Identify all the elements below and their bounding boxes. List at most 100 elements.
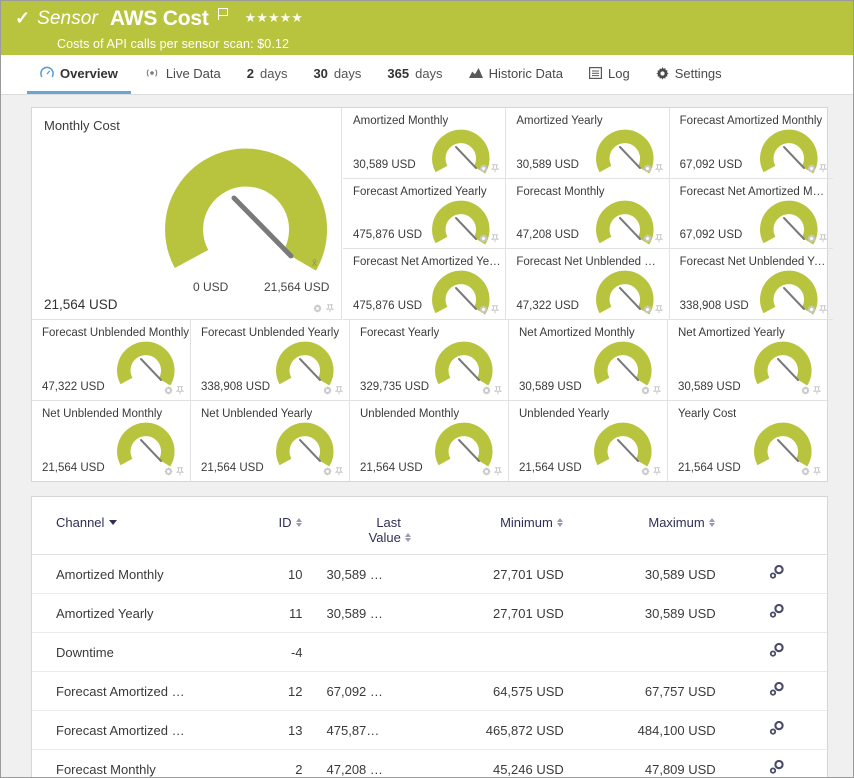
tab-settings[interactable]: Settings	[643, 55, 735, 94]
table-row[interactable]: Forecast Amortized …13475,87…465,872 USD…	[32, 711, 827, 750]
tab-overview[interactable]: Overview	[27, 55, 131, 94]
pin-icon[interactable]	[335, 467, 343, 476]
pin-icon[interactable]	[819, 164, 827, 173]
pin-icon[interactable]	[655, 305, 663, 314]
pin-icon[interactable]	[655, 234, 663, 243]
cell-actions[interactable]	[726, 672, 827, 711]
column-header-maximum[interactable]: Maximum	[574, 497, 726, 555]
gear-icon[interactable]	[641, 386, 650, 395]
tab-2-days[interactable]: 2 days	[234, 55, 301, 94]
column-header-channel[interactable]: Channel	[32, 497, 250, 555]
table-row[interactable]: Amortized Yearly1130,589 …27,701 USD30,5…	[32, 594, 827, 633]
gears-icon[interactable]	[768, 763, 785, 778]
pin-icon[interactable]	[491, 234, 499, 243]
mini-gauge-card[interactable]: Net Amortized Monthly30,589 USD	[509, 320, 668, 401]
pin-icon[interactable]	[326, 304, 334, 313]
pin-icon[interactable]	[655, 164, 663, 173]
cell-actions[interactable]	[726, 711, 827, 750]
tab-30-days[interactable]: 30 days	[300, 55, 374, 94]
gear-icon[interactable]	[807, 305, 816, 314]
mini-gauge-value: 21,564 USD	[519, 462, 582, 474]
pin-icon[interactable]	[494, 386, 502, 395]
gear-icon[interactable]	[801, 467, 810, 476]
gear-icon[interactable]	[643, 234, 652, 243]
gear-icon[interactable]	[482, 386, 491, 395]
mini-gauge-card[interactable]: Forecast Amortized Yearly475,876 USD	[343, 179, 506, 250]
tab-historic-data[interactable]: Historic Data	[456, 55, 576, 94]
column-header-minimum[interactable]: Minimum	[422, 497, 574, 555]
cell-actions[interactable]	[726, 594, 827, 633]
mini-gauge-actions	[801, 386, 821, 395]
gear-icon[interactable]	[313, 304, 322, 313]
gear-icon[interactable]	[479, 305, 488, 314]
pin-icon[interactable]	[335, 386, 343, 395]
mini-gauge-card[interactable]: Forecast Net Amortized Mont...67,092 USD	[670, 179, 833, 250]
mini-gauge-card[interactable]: Unblended Yearly21,564 USD	[509, 401, 668, 482]
gear-icon[interactable]	[482, 467, 491, 476]
mini-gauge-card[interactable]: Forecast Yearly329,735 USD	[350, 320, 509, 401]
mini-gauge-card[interactable]: Amortized Monthly30,589 USD	[343, 108, 506, 179]
table-row[interactable]: Forecast Monthly247,208 …45,246 USD47,80…	[32, 750, 827, 778]
gears-icon[interactable]	[768, 568, 785, 583]
mini-gauge-card[interactable]: Forecast Net Unblended Yearly338,908 USD	[670, 249, 833, 320]
pin-icon[interactable]	[813, 467, 821, 476]
mini-gauge-card[interactable]: Net Unblended Yearly21,564 USD	[191, 401, 350, 482]
gear-icon[interactable]	[801, 386, 810, 395]
pin-icon[interactable]	[819, 305, 827, 314]
tab-365-days[interactable]: 365 days	[374, 55, 455, 94]
mini-gauge-card[interactable]: Forecast Net Unblended Mon...47,322 USD	[506, 249, 669, 320]
mini-gauge-card[interactable]: Net Amortized Yearly30,589 USD	[668, 320, 827, 401]
cell-actions[interactable]	[726, 555, 827, 594]
mini-gauge-card[interactable]: Yearly Cost21,564 USD	[668, 401, 827, 482]
gear-icon[interactable]	[323, 386, 332, 395]
cell-actions[interactable]	[726, 633, 827, 672]
pin-icon[interactable]	[491, 305, 499, 314]
mini-gauge-card[interactable]: Amortized Yearly30,589 USD	[506, 108, 669, 179]
gear-icon[interactable]	[807, 164, 816, 173]
pin-icon[interactable]	[176, 386, 184, 395]
priority-stars[interactable]: ★★★★★	[245, 7, 303, 29]
pin-icon[interactable]	[494, 467, 502, 476]
gears-icon[interactable]	[768, 685, 785, 700]
mini-gauge-card[interactable]: Forecast Unblended Yearly338,908 USD	[191, 320, 350, 401]
sensor-type-label: Sensor	[37, 7, 98, 30]
mini-gauge-value: 47,208 USD	[516, 229, 579, 241]
page-title[interactable]: AWS Cost	[110, 7, 209, 30]
gear-icon[interactable]	[643, 164, 652, 173]
table-row[interactable]: Amortized Monthly1030,589 …27,701 USD30,…	[32, 555, 827, 594]
column-header-id[interactable]: ID	[250, 497, 313, 555]
gear-icon[interactable]	[807, 234, 816, 243]
table-row[interactable]: Forecast Amortized …1267,092 …64,575 USD…	[32, 672, 827, 711]
gear-icon[interactable]	[479, 164, 488, 173]
gear-icon[interactable]	[164, 386, 173, 395]
pin-icon[interactable]	[176, 467, 184, 476]
gear-icon[interactable]	[479, 234, 488, 243]
mini-gauge-card[interactable]: Net Unblended Monthly21,564 USD	[32, 401, 191, 482]
mini-gauge-card[interactable]: Forecast Amortized Monthly67,092 USD	[670, 108, 833, 179]
column-header-last-value[interactable]: LastValue	[313, 497, 422, 555]
cell-minimum: 45,246 USD	[422, 750, 574, 778]
table-row[interactable]: Downtime-4	[32, 633, 827, 672]
gear-icon[interactable]	[643, 305, 652, 314]
pin-icon[interactable]	[491, 164, 499, 173]
gears-icon[interactable]	[768, 607, 785, 622]
pin-icon[interactable]	[813, 386, 821, 395]
pin-icon[interactable]	[819, 234, 827, 243]
mini-gauge-card[interactable]: Forecast Monthly47,208 USD	[506, 179, 669, 250]
tab-log[interactable]: Log	[576, 55, 643, 94]
pin-icon[interactable]	[653, 386, 661, 395]
pin-icon[interactable]	[653, 467, 661, 476]
gear-icon[interactable]	[323, 467, 332, 476]
gear-icon[interactable]	[641, 467, 650, 476]
gears-icon[interactable]	[768, 724, 785, 739]
tab-2-days-number: 2	[247, 66, 254, 81]
gears-icon[interactable]	[768, 646, 785, 661]
tab-30-days-number: 30	[313, 66, 327, 81]
mini-gauge-card[interactable]: Unblended Monthly21,564 USD	[350, 401, 509, 482]
flag-icon[interactable]	[218, 8, 229, 20]
mini-gauge-card[interactable]: Forecast Unblended Monthly47,322 USD	[32, 320, 191, 401]
gear-icon[interactable]	[164, 467, 173, 476]
cell-actions[interactable]	[726, 750, 827, 778]
tab-live-data[interactable]: Live Data	[131, 55, 234, 94]
mini-gauge-card[interactable]: Forecast Net Amortized Yearly475,876 USD	[343, 249, 506, 320]
